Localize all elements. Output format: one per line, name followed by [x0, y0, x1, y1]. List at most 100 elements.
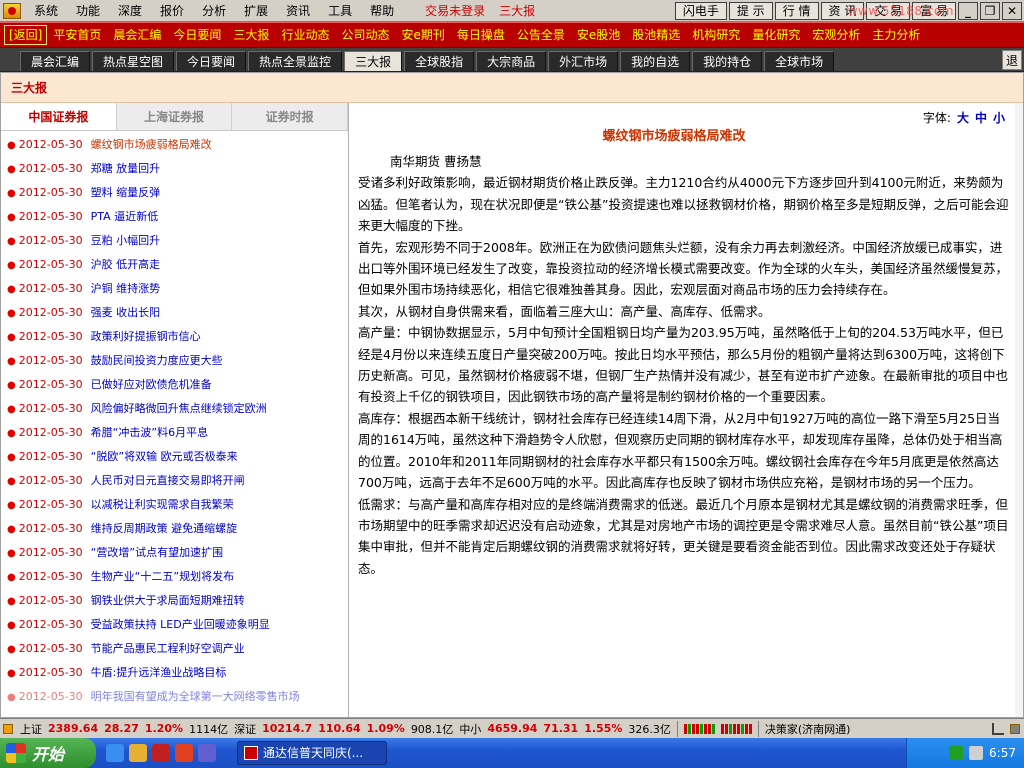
fuyi-button[interactable]: 富 易 [912, 1, 956, 20]
menu-tools[interactable]: 工具 [319, 0, 361, 22]
news-title[interactable]: 明年我国有望成为全球第一大网络零售市场 [91, 690, 300, 703]
tips-button[interactable]: 提 示 [728, 1, 773, 20]
list-item[interactable]: ● 2012-05-30 生物产业“十二五”规划将发布 [1, 565, 348, 589]
news-title[interactable]: 已做好应对欧债危机准备 [91, 378, 212, 391]
news-title[interactable]: PTA 逼近新低 [91, 210, 159, 223]
news-title[interactable]: 牛盾:提升远洋渔业战略目标 [91, 666, 227, 679]
font-size-medium[interactable]: 中 [975, 111, 987, 125]
tab-today-news[interactable]: 今日要闻 [176, 51, 247, 71]
news-title[interactable]: 螺纹钢市场疲弱格局难改 [91, 138, 212, 151]
tab-global-indices[interactable]: 全球股指 [404, 51, 475, 71]
nav-company-news[interactable]: 公司动态 [335, 23, 395, 47]
news-title[interactable]: 沪胶 低开高走 [91, 258, 161, 271]
tab-shanghai-securities[interactable]: 上海证券报 [116, 103, 233, 130]
list-item[interactable]: ● 2012-05-30 人民币对日元直接交易即将开闸 [1, 469, 348, 493]
news-title[interactable]: 政策利好提振钢市信心 [91, 330, 201, 343]
close-icon[interactable]: ✕ [1002, 1, 1022, 20]
nav-pingan-home[interactable]: 平安首页 [47, 23, 107, 47]
list-item[interactable]: ● 2012-05-30 节能产品惠民工程利好空调产业 [1, 637, 348, 661]
news-title[interactable]: 生物产业“十二五”规划将发布 [91, 570, 234, 583]
nav-e-stock-pool[interactable]: 安e股池 [571, 23, 626, 47]
app-icon[interactable] [152, 744, 170, 762]
nav-e-journal[interactable]: 安e期刊 [395, 23, 450, 47]
flash-trade-button[interactable]: 闪电手 [674, 1, 727, 20]
news-title[interactable]: 希腊“冲击波”料6月平息 [91, 426, 208, 439]
sz-index-label[interactable]: 深证 [231, 721, 259, 737]
list-item[interactable]: ● 2012-05-30 维持反周期政策 避免通缩螺旋 [1, 517, 348, 541]
font-size-large[interactable]: 大 [957, 111, 969, 125]
tab-hotspot-map[interactable]: 热点星空图 [92, 51, 175, 71]
news-title[interactable]: 人民币对日元直接交易即将开闸 [91, 474, 245, 487]
list-item[interactable]: ● 2012-05-30 郑糖 放量回升 [1, 157, 348, 181]
sme-index-label[interactable]: 中小 [456, 721, 484, 737]
nav-three-papers[interactable]: 三大报 [227, 23, 275, 47]
info-button[interactable]: 资 讯 [820, 1, 865, 20]
tab-three-papers[interactable]: 三大报 [344, 51, 403, 71]
list-item[interactable]: ● 2012-05-30 沪铜 维持涨势 [1, 277, 348, 301]
ticker-menu-icon[interactable] [3, 723, 13, 734]
nav-announcements[interactable]: 公告全景 [511, 23, 571, 47]
exit-button[interactable]: 退 [1002, 50, 1022, 70]
menu-depth[interactable]: 深度 [109, 0, 151, 22]
list-item[interactable]: ● 2012-05-30 受益政策扶持 LED产业回暖迹象明显 [1, 613, 348, 637]
tab-my-holdings[interactable]: 我的持仓 [692, 51, 763, 71]
nav-main-force[interactable]: 主力分析 [866, 23, 926, 47]
list-item[interactable]: ● 2012-05-30 已做好应对欧债危机准备 [1, 373, 348, 397]
tab-my-watchlist[interactable]: 我的自选 [620, 51, 691, 71]
news-title[interactable]: 豆粕 小幅回升 [91, 234, 161, 247]
list-item[interactable]: ● 2012-05-30 螺纹钢市场疲弱格局难改 [1, 133, 348, 157]
article-scrollbar[interactable] [1015, 103, 1023, 717]
trade-button[interactable]: 交 易 [866, 1, 911, 20]
menu-function[interactable]: 功能 [67, 0, 109, 22]
tab-forex[interactable]: 外汇市场 [548, 51, 619, 71]
nav-morning-brief[interactable]: 晨会汇编 [107, 23, 167, 47]
list-item[interactable]: ● 2012-05-30 PTA 逼近新低 [1, 205, 348, 229]
list-item[interactable]: ● 2012-05-30 “营改增”试点有望加速扩围 [1, 541, 348, 565]
news-title[interactable]: 以减税让利实现需求自我繁荣 [91, 498, 234, 511]
nav-quant-research[interactable]: 量化研究 [746, 23, 806, 47]
nav-daily-trading[interactable]: 每日操盘 [451, 23, 511, 47]
nav-back-button[interactable]: [返回] [4, 25, 48, 45]
news-title[interactable]: 沪铜 维持涨势 [91, 282, 161, 295]
news-title[interactable]: 节能产品惠民工程利好空调产业 [91, 642, 245, 655]
list-item[interactable]: ● 2012-05-30 明年我国有望成为全球第一大网络零售市场 [1, 685, 348, 709]
app-icon[interactable] [175, 744, 193, 762]
restore-icon[interactable]: ❐ [980, 1, 1000, 20]
tab-commodities[interactable]: 大宗商品 [476, 51, 547, 71]
news-title[interactable]: “营改增”试点有望加速扩围 [91, 546, 223, 559]
volume-icon[interactable] [969, 746, 984, 760]
menu-analysis[interactable]: 分析 [193, 0, 235, 22]
quotes-button[interactable]: 行 情 [774, 1, 819, 20]
list-item[interactable]: ● 2012-05-30 风险偏好略微回升焦点继续锁定欧洲 [1, 397, 348, 421]
list-item[interactable]: ● 2012-05-30 钢铁业供大于求局面短期难扭转 [1, 589, 348, 613]
minimize-icon[interactable]: _ [958, 1, 978, 20]
news-title[interactable]: 郑糖 放量回升 [91, 162, 161, 175]
list-item[interactable]: ● 2012-05-30 沪胶 低开高走 [1, 253, 348, 277]
news-title[interactable]: 强麦 收出长阳 [91, 306, 161, 319]
list-item[interactable]: ● 2012-05-30 鼓励民间投资力度应更大些 [1, 349, 348, 373]
nav-macro-analysis[interactable]: 宏观分析 [806, 23, 866, 47]
menu-system[interactable]: 系统 [25, 0, 67, 22]
news-title[interactable]: 维持反周期政策 避免通缩螺旋 [91, 522, 238, 535]
list-item[interactable]: ● 2012-05-30 “脱欧”将双输 欧元或否极泰来 [1, 445, 348, 469]
nav-today-news[interactable]: 今日要闻 [167, 23, 227, 47]
list-item[interactable]: ● 2012-05-30 牛盾:提升远洋渔业战略目标 [1, 661, 348, 685]
news-title[interactable]: 钢铁业供大于求局面短期难扭转 [91, 594, 245, 607]
menu-extend[interactable]: 扩展 [235, 0, 277, 22]
list-item[interactable]: ● 2012-05-30 以减税让利实现需求自我繁荣 [1, 493, 348, 517]
list-item[interactable]: ● 2012-05-30 豆粕 小幅回升 [1, 229, 348, 253]
start-button[interactable]: 开始 [0, 738, 96, 768]
folder-icon[interactable] [129, 744, 147, 762]
news-title[interactable]: 风险偏好略微回升焦点继续锁定欧洲 [91, 402, 267, 415]
tab-china-securities[interactable]: 中国证券报 [1, 103, 117, 130]
ie-icon[interactable] [106, 744, 124, 762]
nav-institution-research[interactable]: 机构研究 [686, 23, 746, 47]
list-item[interactable]: ● 2012-05-30 塑料 缩量反弹 [1, 181, 348, 205]
news-title[interactable]: 鼓励民间投资力度应更大些 [91, 354, 223, 367]
font-size-small[interactable]: 小 [993, 111, 1005, 125]
sh-index-label[interactable]: 上证 [17, 721, 45, 737]
nav-pool-picks[interactable]: 股池精选 [626, 23, 686, 47]
taskbar-app-button[interactable]: 通达信普天同庆(... [237, 741, 387, 765]
menu-info[interactable]: 资讯 [277, 0, 319, 22]
news-title[interactable]: 塑料 缩量反弹 [91, 186, 161, 199]
